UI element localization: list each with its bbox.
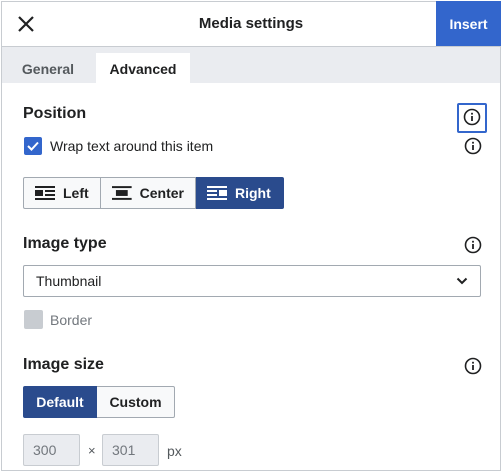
media-settings-dialog: Media settings Insert General Advanced P… — [1, 1, 501, 471]
image-type-title: Image type — [23, 235, 107, 252]
unit-label: px — [167, 443, 182, 459]
align-left-label: Left — [63, 185, 89, 201]
image-size-button-group: Default Custom — [23, 386, 175, 418]
size-default-button[interactable]: Default — [23, 386, 97, 418]
border-checkbox[interactable] — [24, 310, 43, 329]
position-title: Position — [23, 105, 87, 122]
alignment-button-group: Left Center Right — [23, 177, 284, 209]
align-right-button[interactable]: Right — [196, 177, 284, 209]
align-right-icon — [207, 186, 227, 200]
align-left-icon — [35, 186, 55, 200]
image-size-title: Image size — [23, 356, 104, 373]
height-input[interactable]: 301 — [102, 434, 159, 466]
image-type-value: Thumbnail — [36, 273, 102, 289]
align-right-label: Right — [235, 185, 271, 201]
wrap-text-checkbox[interactable] — [24, 137, 42, 155]
image-size-info-icon[interactable] — [464, 357, 482, 375]
info-icon — [463, 108, 481, 126]
wrap-info-icon[interactable] — [464, 137, 482, 155]
insert-button[interactable]: Insert — [436, 1, 501, 46]
image-type-info-icon[interactable] — [464, 236, 482, 254]
dialog-title: Media settings — [198, 15, 304, 32]
align-center-button[interactable]: Center — [101, 177, 196, 209]
checkmark-icon — [27, 141, 39, 151]
image-type-select[interactable]: Thumbnail — [23, 265, 481, 297]
wrap-text-label: Wrap text around this item — [50, 138, 214, 154]
tab-advanced[interactable]: Advanced — [96, 53, 190, 84]
size-custom-button[interactable]: Custom — [97, 386, 175, 418]
align-center-label: Center — [139, 185, 184, 201]
tab-general[interactable]: General — [8, 53, 88, 84]
align-center-icon — [112, 186, 132, 200]
border-label: Border — [50, 312, 93, 328]
times-sign: × — [88, 443, 96, 458]
width-input[interactable]: 300 — [23, 434, 80, 466]
chevron-down-icon — [456, 277, 468, 285]
dialog-header: Media settings Insert — [2, 1, 501, 46]
align-left-button[interactable]: Left — [23, 177, 101, 209]
tab-bar: General Advanced — [2, 46, 500, 84]
